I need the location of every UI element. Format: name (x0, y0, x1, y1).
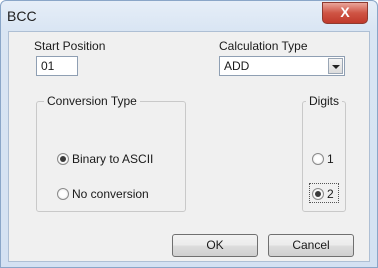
digits-group: Digits 1 2 (302, 94, 346, 212)
digits-2-label[interactable]: 2 (327, 187, 334, 201)
title-bar[interactable]: BCC X (1, 1, 377, 31)
dialog-body: Start Position 01 Calculation Type ADD C… (8, 31, 370, 262)
calculation-type-value: ADD (224, 59, 250, 73)
conversion-type-group: Conversion Type Binary to ASCII No conve… (36, 94, 186, 212)
radio-digits-2[interactable] (312, 188, 324, 200)
digits-title: Digits (306, 94, 343, 108)
chevron-down-icon[interactable] (328, 58, 343, 74)
ok-button[interactable]: OK (172, 234, 258, 257)
start-position-label: Start Position (34, 39, 106, 53)
radio-binary-to-ascii[interactable] (57, 153, 69, 165)
calculation-type-select[interactable]: ADD (219, 56, 345, 76)
calculation-type-label: Calculation Type (219, 39, 308, 53)
start-position-input[interactable]: 01 (36, 56, 78, 76)
conversion-type-title: Conversion Type (44, 94, 140, 108)
digits-1-label[interactable]: 1 (327, 152, 334, 166)
bcc-dialog: BCC X Start Position 01 Calculation Type… (0, 0, 378, 268)
radio-no-conversion[interactable] (57, 188, 69, 200)
cancel-button[interactable]: Cancel (268, 234, 354, 257)
close-button[interactable]: X (322, 2, 368, 24)
binary-to-ascii-label[interactable]: Binary to ASCII (72, 152, 153, 166)
no-conversion-label[interactable]: No conversion (72, 187, 149, 201)
dialog-title: BCC (7, 8, 37, 24)
radio-digits-1[interactable] (312, 153, 324, 165)
